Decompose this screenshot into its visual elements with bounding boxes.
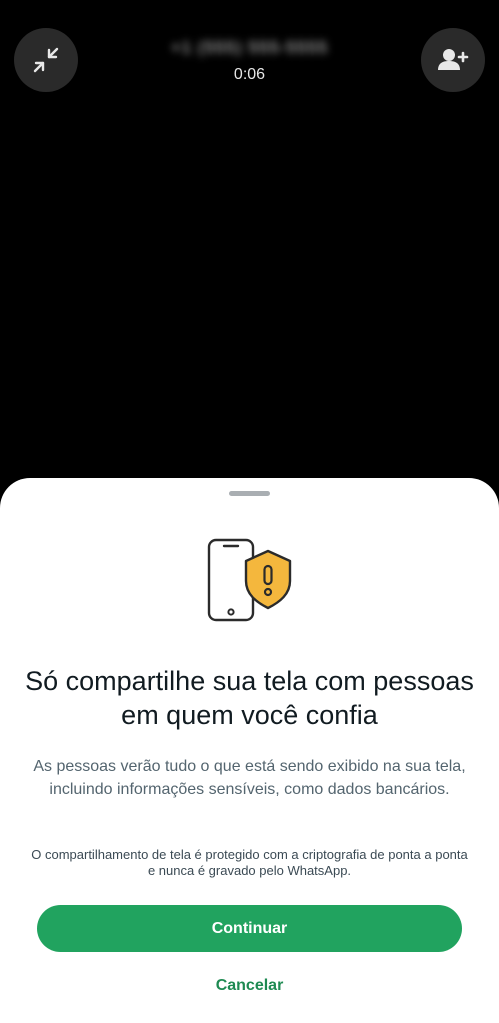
screen-share-warning-sheet: Só compartilhe sua tela com pessoas em q… xyxy=(0,478,499,1023)
call-screen: +1 (555) 555-5555 0:06 xyxy=(0,0,499,520)
cancel-button[interactable]: Cancelar xyxy=(180,974,319,998)
encryption-note: O compartilhamento de tela é protegido c… xyxy=(31,847,468,878)
phone-shield-warning-icon xyxy=(207,538,292,622)
add-participant-button[interactable] xyxy=(421,28,485,92)
sheet-drag-handle[interactable] xyxy=(229,491,270,496)
add-person-icon xyxy=(438,49,469,70)
continue-button[interactable]: Continuar xyxy=(37,905,462,952)
sheet-title: Só compartilhe sua tela com pessoas em q… xyxy=(25,666,474,730)
sheet-description: As pessoas verão tudo o que está sendo e… xyxy=(33,758,466,798)
